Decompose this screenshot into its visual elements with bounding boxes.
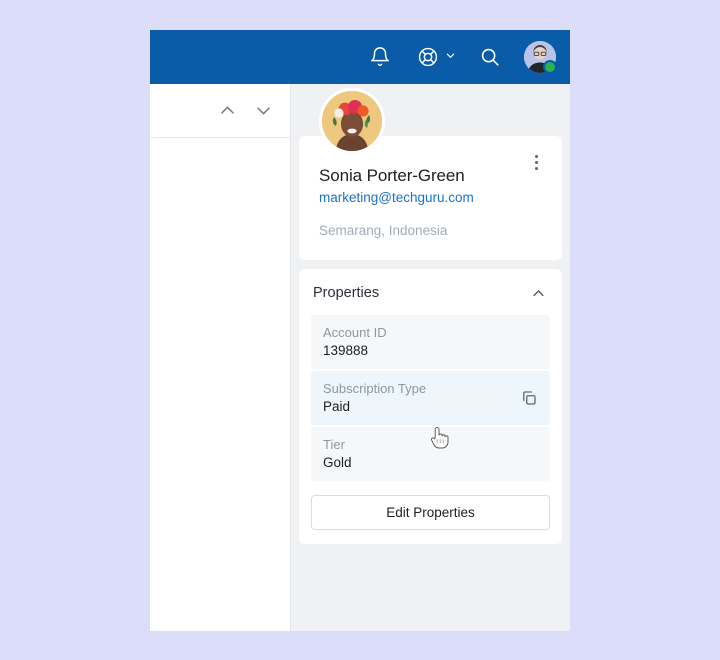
app-window: Sonia Porter-Green marketing@techguru.co… [150, 30, 570, 631]
search-icon[interactable] [476, 43, 504, 71]
chevron-down-icon[interactable] [252, 100, 274, 122]
status-badge [543, 60, 557, 74]
copy-icon[interactable] [520, 389, 538, 407]
properties-list: Account ID 139888 Subscription Type Paid [311, 315, 550, 481]
property-label: Subscription Type [323, 381, 427, 396]
property-label: Account ID [323, 325, 387, 340]
property-value: 139888 [323, 343, 369, 358]
property-label: Tier [323, 437, 345, 452]
properties-title: Properties [313, 285, 380, 301]
topbar-actions [366, 41, 557, 74]
table-row[interactable]: Subscription Type Paid [311, 371, 550, 425]
left-pane-content [150, 138, 290, 631]
chevron-down-icon [445, 48, 456, 66]
property-value: Paid [323, 399, 351, 414]
properties-header[interactable]: Properties [311, 283, 550, 303]
left-pane [150, 84, 291, 631]
page-title: Sonia Porter-Green [319, 166, 465, 185]
top-navigation-bar [150, 30, 570, 84]
contact-email-link[interactable]: marketing@techguru.com [319, 190, 474, 205]
right-pane: Sonia Porter-Green marketing@techguru.co… [291, 84, 570, 631]
edit-properties-button[interactable]: Edit Properties [311, 495, 550, 530]
property-value: Gold [323, 455, 352, 470]
left-pane-header [150, 84, 290, 138]
lifebuoy-icon [414, 43, 442, 71]
chevron-up-icon[interactable] [528, 283, 548, 303]
kebab-menu-icon[interactable] [524, 150, 548, 174]
help-menu-button[interactable] [414, 43, 456, 71]
contact-profile-card: Sonia Porter-Green marketing@techguru.co… [299, 88, 562, 260]
chevron-up-icon[interactable] [216, 100, 238, 122]
table-row[interactable]: Account ID 139888 [311, 315, 550, 369]
app-body: Sonia Porter-Green marketing@techguru.co… [150, 84, 570, 631]
bell-icon[interactable] [366, 43, 394, 71]
avatar[interactable] [524, 41, 557, 74]
table-row[interactable]: Tier Gold [311, 427, 550, 481]
contact-photo [319, 88, 385, 154]
properties-card: Properties Account ID 139888 Subscriptio… [299, 269, 562, 544]
contact-location: Semarang, Indonesia [319, 223, 448, 238]
